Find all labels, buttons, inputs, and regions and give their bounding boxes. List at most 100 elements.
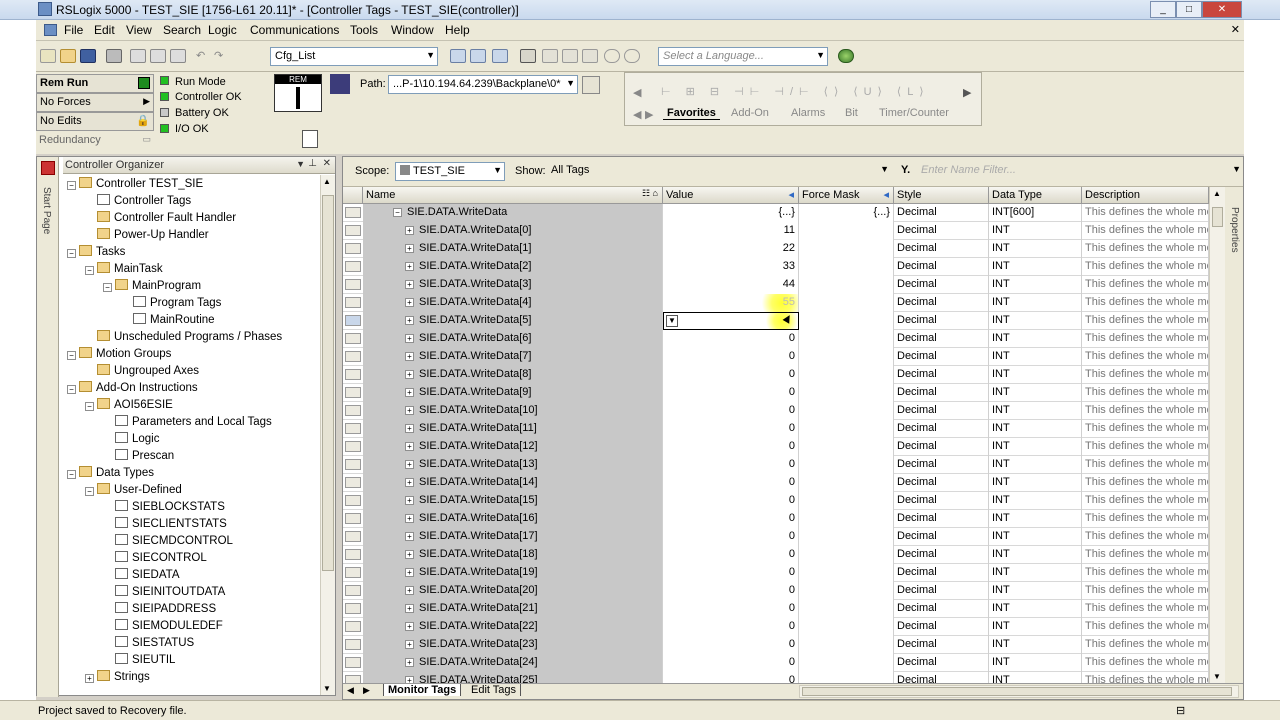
expand-icon[interactable]: + bbox=[405, 604, 414, 613]
table-row[interactable]: + SIE.DATA.WriteData[17] 0 Decimal INT This d… bbox=[343, 528, 1209, 546]
expand-icon[interactable]: + bbox=[405, 442, 414, 451]
column-value[interactable]: Value ◂ bbox=[663, 187, 799, 204]
expand-icon[interactable]: + bbox=[405, 640, 414, 649]
expand-icon[interactable]: + bbox=[85, 674, 94, 683]
filter-icon[interactable]: Y. bbox=[901, 164, 910, 176]
expand-icon[interactable]: + bbox=[405, 460, 414, 469]
new-icon[interactable] bbox=[40, 49, 56, 63]
cell-style[interactable]: Decimal bbox=[894, 258, 989, 276]
cell-desc[interactable]: This defines the whole mod bbox=[1082, 456, 1209, 474]
row-selector[interactable] bbox=[345, 531, 361, 542]
language-combo[interactable]: Select a Language... ▼ bbox=[658, 47, 828, 66]
tree-item[interactable]: Controller Fault Handler bbox=[97, 211, 236, 224]
collapse-icon[interactable]: − bbox=[67, 249, 76, 258]
cell-value[interactable]: 55 bbox=[663, 294, 799, 312]
cell-value[interactable]: 0 bbox=[663, 510, 799, 528]
palette-right-icon[interactable]: ▶ bbox=[963, 86, 971, 99]
expand-icon[interactable]: + bbox=[405, 406, 414, 415]
table-row[interactable]: + SIE.DATA.WriteData[5] ▼ ▶ Decimal INT This d… bbox=[343, 312, 1209, 330]
tree-item[interactable]: Parameters and Local Tags bbox=[115, 415, 272, 428]
menu-view[interactable]: View bbox=[126, 23, 152, 37]
tree-item[interactable]: Tasks bbox=[79, 245, 125, 258]
cell-style[interactable]: Decimal bbox=[894, 654, 989, 672]
sort-icon[interactable]: ☷ ⌂ bbox=[642, 188, 658, 199]
row-selector[interactable] bbox=[345, 603, 361, 614]
cell-value[interactable]: 0 bbox=[663, 384, 799, 402]
table-row[interactable]: + SIE.DATA.WriteData[25] 0 Decimal INT This d… bbox=[343, 672, 1209, 683]
go-icon[interactable] bbox=[838, 49, 854, 63]
expand-icon[interactable]: + bbox=[405, 532, 414, 541]
start-page-sidebar[interactable]: Start Page bbox=[37, 157, 59, 697]
cell-style[interactable]: Decimal bbox=[894, 456, 989, 474]
expand-icon[interactable]: + bbox=[405, 622, 414, 631]
tree-item[interactable]: Program Tags bbox=[133, 296, 221, 309]
cell-desc[interactable]: This defines the whole mod bbox=[1082, 276, 1209, 294]
zoom-in-icon[interactable] bbox=[604, 49, 620, 63]
cell-value[interactable]: 0 bbox=[663, 474, 799, 492]
edit-icon[interactable] bbox=[542, 49, 558, 63]
cell-style[interactable]: Decimal bbox=[894, 222, 989, 240]
cell-style[interactable]: Decimal bbox=[894, 564, 989, 582]
expand-icon[interactable]: + bbox=[405, 298, 414, 307]
redo-icon[interactable]: ↷ bbox=[214, 49, 230, 63]
cell-desc[interactable]: This defines the whole mod bbox=[1082, 384, 1209, 402]
expand-icon[interactable]: + bbox=[405, 586, 414, 595]
cell-value[interactable]: ▼ ▶ bbox=[663, 312, 799, 330]
expand-icon[interactable]: + bbox=[405, 496, 414, 505]
cell-style[interactable]: Decimal bbox=[894, 438, 989, 456]
cell-value[interactable]: 0 bbox=[663, 402, 799, 420]
tree-item[interactable]: MainRoutine bbox=[133, 313, 215, 326]
name-filter-input[interactable]: Enter Name Filter... ▼ bbox=[917, 162, 1243, 181]
tab-left-icon[interactable]: ◀ bbox=[633, 108, 641, 121]
scroll-up-icon[interactable]: ▲ bbox=[1213, 189, 1221, 198]
scroll-up-icon[interactable]: ▲ bbox=[323, 177, 331, 186]
tree-item[interactable]: Unscheduled Programs / Phases bbox=[97, 330, 282, 343]
cell-desc[interactable]: This defines the whole mod bbox=[1082, 582, 1209, 600]
tree-item[interactable]: MainTask bbox=[97, 262, 163, 275]
tree-item[interactable]: Add-On Instructions bbox=[79, 381, 198, 394]
dropdown-icon[interactable]: ▼ bbox=[296, 159, 305, 169]
cell-style[interactable]: Decimal bbox=[894, 582, 989, 600]
cell-style[interactable]: Decimal bbox=[894, 312, 989, 330]
expand-icon[interactable]: + bbox=[405, 244, 414, 253]
row-selector[interactable] bbox=[345, 225, 361, 236]
cell-value[interactable]: 44 bbox=[663, 276, 799, 294]
paste-icon[interactable] bbox=[170, 49, 186, 63]
expand-icon[interactable]: + bbox=[405, 424, 414, 433]
table-row[interactable]: + SIE.DATA.WriteData[14] 0 Decimal INT This d… bbox=[343, 474, 1209, 492]
row-selector[interactable] bbox=[345, 207, 361, 218]
cell-desc[interactable]: This defines the whole mod bbox=[1082, 546, 1209, 564]
copy-icon[interactable] bbox=[150, 49, 166, 63]
cell-style[interactable]: Decimal bbox=[894, 636, 989, 654]
maximize-button[interactable]: □ bbox=[1176, 1, 1202, 18]
row-selector[interactable] bbox=[345, 495, 361, 506]
accept-icon[interactable] bbox=[562, 49, 578, 63]
table-row[interactable]: + SIE.DATA.WriteData[9] 0 Decimal INT This de… bbox=[343, 384, 1209, 402]
cell-style[interactable]: Decimal bbox=[894, 204, 989, 222]
cell-style[interactable]: Decimal bbox=[894, 420, 989, 438]
collapse-icon[interactable]: − bbox=[85, 402, 94, 411]
mdi-close-icon[interactable]: ✕ bbox=[1231, 23, 1240, 36]
row-selector[interactable] bbox=[345, 405, 361, 416]
tree-item[interactable]: SIECMDCONTROL bbox=[115, 534, 233, 547]
collapse-icon[interactable]: − bbox=[103, 283, 112, 292]
tree-item[interactable]: SIEINITOUTDATA bbox=[115, 585, 225, 598]
cell-desc[interactable]: This defines the whole mod bbox=[1082, 240, 1209, 258]
who-active-icon[interactable] bbox=[582, 76, 600, 94]
row-selector[interactable] bbox=[345, 279, 361, 290]
palette-left-icon[interactable]: ◀ bbox=[633, 86, 641, 99]
table-row[interactable]: + SIE.DATA.WriteData[7] 0 Decimal INT This de… bbox=[343, 348, 1209, 366]
tree-item[interactable]: Strings bbox=[97, 670, 150, 683]
cell-value[interactable]: 0 bbox=[663, 546, 799, 564]
expand-icon[interactable]: + bbox=[405, 334, 414, 343]
tab-edit-tags[interactable]: Edit Tags bbox=[467, 684, 522, 696]
expand-icon[interactable]: + bbox=[405, 388, 414, 397]
table-row[interactable]: + SIE.DATA.WriteData[0] 11 Decimal INT This d… bbox=[343, 222, 1209, 240]
cell-style[interactable]: Decimal bbox=[894, 384, 989, 402]
table-row[interactable]: + SIE.DATA.WriteData[11] 0 Decimal INT This d… bbox=[343, 420, 1209, 438]
table-row[interactable]: + SIE.DATA.WriteData[12] 0 Decimal INT This d… bbox=[343, 438, 1209, 456]
tree-item[interactable]: AOI56ESIE bbox=[97, 398, 173, 411]
scroll-thumb[interactable] bbox=[1212, 207, 1223, 227]
cell-desc[interactable]: This defines the whole mod bbox=[1082, 258, 1209, 276]
expand-icon[interactable]: + bbox=[405, 352, 414, 361]
